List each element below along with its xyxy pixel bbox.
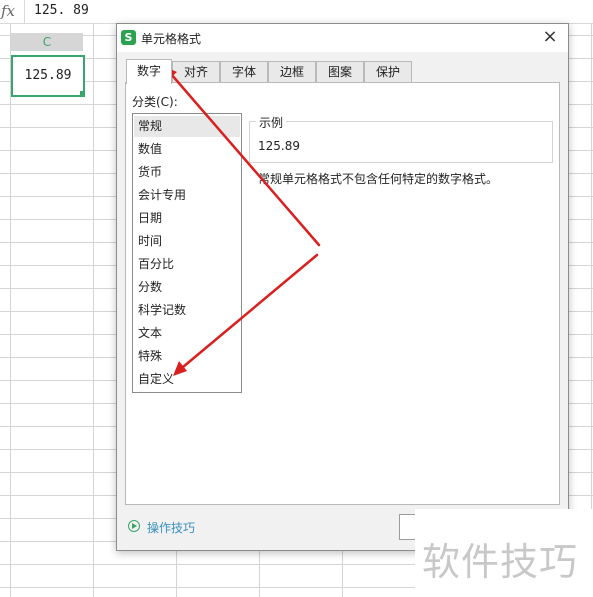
fill-handle[interactable] [80,91,85,96]
wps-app-icon: S [121,30,136,45]
sample-value: 125.89 [258,139,300,153]
category-text[interactable]: 文本 [134,323,240,344]
operation-tips-label: 操作技巧 [147,521,196,535]
category-custom[interactable]: 自定义 [134,369,240,390]
format-cells-dialog: S 单元格格式 × 数字 对齐 字体 边框 图案 保护 分类(C): 常规 数值… [116,23,569,551]
category-number[interactable]: 数值 [134,139,240,160]
category-accounting[interactable]: 会计专用 [134,185,240,206]
category-fraction[interactable]: 分数 [134,277,240,298]
tab-border[interactable]: 边框 [268,61,316,83]
formula-input[interactable]: 125. 89 [34,3,89,18]
watermark: 软件技巧 [415,509,593,597]
category-scientific[interactable]: 科学记数 [134,300,240,321]
number-tab-panel: 分类(C): 常规 数值 货币 会计专用 日期 时间 百分比 分数 科学记数 文… [125,82,560,505]
tab-font[interactable]: 字体 [220,61,268,83]
active-cell[interactable]: 125.89 [11,55,85,97]
category-currency[interactable]: 货币 [134,162,240,183]
play-circle-icon [128,520,140,532]
tab-alignment[interactable]: 对齐 [172,61,220,83]
formula-divider [24,0,25,23]
category-special[interactable]: 特殊 [134,346,240,367]
dialog-title-bar[interactable]: S 单元格格式 × [117,24,568,52]
category-percentage[interactable]: 百分比 [134,254,240,275]
category-general[interactable]: 常规 [134,116,240,137]
tab-pattern[interactable]: 图案 [316,61,364,83]
fx-icon[interactable]: fx [1,2,15,20]
column-header-c[interactable]: C [11,33,83,51]
close-icon[interactable]: × [540,27,560,47]
tab-protection[interactable]: 保护 [364,61,412,83]
category-list[interactable]: 常规 数值 货币 会计专用 日期 时间 百分比 分数 科学记数 文本 特殊 自定… [132,113,242,393]
watermark-text: 软件技巧 [422,540,579,584]
format-description: 常规单元格格式不包含任何特定的数字格式。 [258,172,499,186]
formula-bar: fx 125. 89 [0,0,593,24]
sample-group: 示例 125.89 [249,114,553,163]
tab-number[interactable]: 数字 [126,59,172,84]
category-label: 分类(C): [132,95,178,109]
category-date[interactable]: 日期 [134,208,240,229]
dialog-title: 单元格格式 [141,32,202,46]
category-time[interactable]: 时间 [134,231,240,252]
sample-legend: 示例 [256,114,287,131]
